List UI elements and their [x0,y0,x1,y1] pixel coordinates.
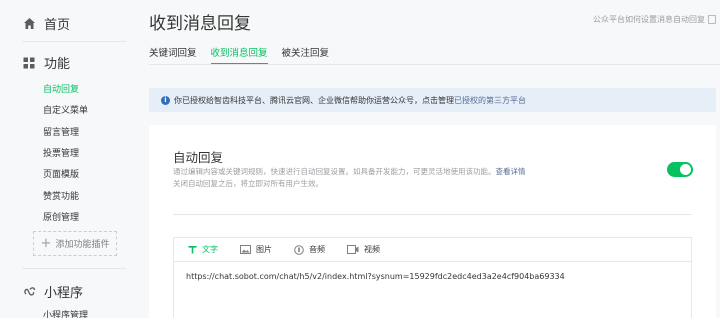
sidebar-item-appreciation[interactable]: 赞赏功能 [43,189,79,202]
image-icon [240,245,251,254]
sidebar-item-page-templates[interactable]: 页面模版 [43,167,79,180]
sidebar-item-custom-menu[interactable]: 自定义菜单 [43,103,88,116]
sidebar: 首页 功能 自动回复 自定义菜单 留言管理 投票管理 页面模版 赞赏功能 原创管… [0,0,128,318]
home-icon [22,17,36,31]
sidebar-miniprogram-label: 小程序 [44,286,84,301]
text-icon [188,245,197,254]
info-icon: i [161,95,170,105]
reply-tabs: 关键词回复 收到消息回复 被关注回复 [149,45,343,65]
sidebar-divider [22,41,126,42]
page-title: 收到消息回复 [149,14,251,34]
help-link[interactable]: 公众平台如何设置消息自动回复 [593,14,716,25]
tool-text-label: 文字 [202,245,218,254]
tab-message-reply[interactable]: 收到消息回复 [210,45,268,65]
document-icon [708,15,716,24]
grid-icon [22,56,36,70]
card-desc-line2: 关闭自动回复之后，将立即对所有用户生效。 [173,179,323,188]
tool-audio-label: 音频 [309,245,325,254]
video-icon [347,245,359,254]
tool-video[interactable]: 视频 [347,244,380,255]
tool-image[interactable]: 图片 [240,244,272,255]
plus-icon: + [40,236,52,251]
sidebar-group-miniprogram[interactable]: 小程序 [22,282,83,301]
third-party-link[interactable]: 已授权的第三方平台 [454,95,526,106]
tool-video-label: 视频 [364,245,380,254]
card-divider [173,214,692,215]
card-description: 通过编辑内容或关键词规则，快速进行自动回复设置。如具备开发能力，可更灵活地使用该… [173,166,593,190]
tab-follow-reply[interactable]: 被关注回复 [282,45,330,65]
card-title: 自动回复 [173,150,224,165]
sidebar-item-votes[interactable]: 投票管理 [43,146,79,159]
audio-icon [294,244,304,255]
help-link-label: 公众平台如何设置消息自动回复 [593,15,705,24]
sidebar-divider [22,268,126,269]
tool-audio[interactable]: 音频 [294,244,325,255]
tabs-divider [149,64,720,65]
sidebar-item-home[interactable]: 首页 [22,14,70,33]
add-plugin-button[interactable]: + 添加功能插件 [33,231,117,256]
authorization-notice: i 你已授权给智齿科技平台、腾讯云官网、企业微信帮助你运营公众号，点击管理 已授… [149,88,716,112]
sidebar-item-comments[interactable]: 留言管理 [43,125,79,138]
sidebar-item-miniprogram-manage[interactable]: 小程序管理 [43,308,88,318]
editor-text-area[interactable]: https://chat.sobot.com/chat/h5/v2/index.… [174,262,691,291]
editor-toolbar: 文字 图片 音频 视频 [174,238,691,262]
add-plugin-label: 添加功能插件 [55,240,110,250]
sidebar-group-features[interactable]: 功能 [22,53,70,72]
sidebar-item-auto-reply[interactable]: 自动回复 [43,82,79,95]
tab-keyword-reply[interactable]: 关键词回复 [149,45,197,65]
sidebar-item-original[interactable]: 原创管理 [43,210,79,223]
sidebar-home-label: 首页 [44,18,71,33]
tool-text[interactable]: 文字 [188,244,218,255]
reply-editor: 文字 图片 音频 视频 https://chat.sobot.com/chat/… [173,237,692,318]
auto-reply-card: 自动回复 通过编辑内容或关键词规则，快速进行自动回复设置。如具备开发能力，可更灵… [149,125,716,318]
miniprogram-icon [22,285,36,299]
tool-image-label: 图片 [256,245,272,254]
sidebar-features-label: 功能 [44,57,71,72]
notice-text: 你已授权给智齿科技平台、腾讯云官网、企业微信帮助你运营公众号，点击管理 [174,95,454,105]
toggle-knob [680,164,691,175]
auto-reply-toggle[interactable] [667,162,693,177]
card-desc-line1: 通过编辑内容或关键词规则，快速进行自动回复设置。如具备开发能力，可更灵活地使用该… [173,167,496,176]
details-link[interactable]: 查看详情 [496,167,526,176]
